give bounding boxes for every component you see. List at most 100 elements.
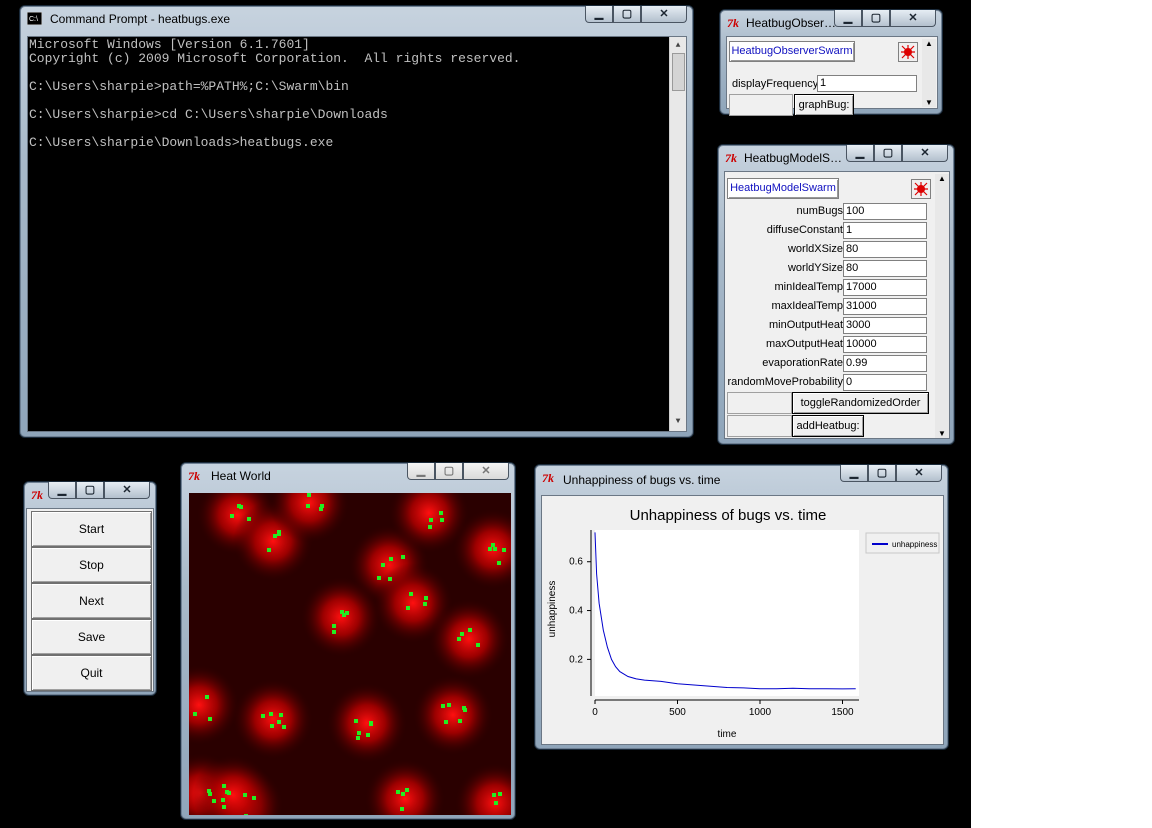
heatbug: [225, 790, 229, 794]
heatbug: [212, 799, 216, 803]
heatbug: [460, 632, 464, 636]
next-button[interactable]: Next: [31, 583, 152, 619]
model-empty-slot-1: [727, 392, 792, 414]
param-label: worldXSize: [787, 243, 843, 255]
heatbug: [319, 507, 323, 511]
minimize-button[interactable]: ▁: [840, 465, 868, 482]
param-row: numBugs 100: [725, 202, 933, 221]
param-field[interactable]: 1: [843, 222, 927, 239]
control-client: Start Stop Next Save Quit: [26, 508, 154, 692]
heatbug: [332, 630, 336, 634]
observer-scrollbar[interactable]: ▲ ▼: [922, 39, 936, 107]
maximize-button[interactable]: ▢: [76, 482, 104, 499]
tk-feather-icon: 7k: [188, 469, 200, 483]
close-button[interactable]: ✕: [896, 465, 942, 482]
heatbug: [457, 637, 461, 641]
quit-button[interactable]: Quit: [31, 655, 152, 691]
param-label: minIdealTemp: [774, 281, 843, 293]
param-row: worldYSize 80: [725, 259, 933, 278]
console-area[interactable]: Microsoft Windows [Version 6.1.7601] Copy…: [27, 36, 687, 432]
heat-map: [189, 493, 511, 815]
heatbug: [401, 555, 405, 559]
close-probe-button[interactable]: [911, 179, 931, 199]
close-probe-button[interactable]: [898, 42, 918, 62]
add-heatbug-button[interactable]: addHeatbug:: [792, 415, 864, 437]
save-button[interactable]: Save: [31, 619, 152, 655]
heatbug: [306, 504, 310, 508]
close-button[interactable]: ✕: [890, 10, 936, 27]
maximize-button[interactable]: ▢: [874, 145, 902, 162]
minimize-button[interactable]: ▁: [846, 145, 874, 162]
close-button[interactable]: ✕: [641, 6, 687, 23]
maximize-button[interactable]: ▢: [862, 10, 890, 27]
heatbug: [409, 592, 413, 596]
param-field[interactable]: 0.99: [843, 355, 927, 372]
scroll-up-arrow-icon[interactable]: ▲: [935, 174, 949, 183]
param-field[interactable]: 80: [843, 260, 927, 277]
minimize-button[interactable]: ▁: [407, 463, 435, 480]
param-row: diffuseConstant 1: [725, 221, 933, 240]
heatbug: [381, 563, 385, 567]
maximize-button[interactable]: ▢: [868, 465, 896, 482]
heat-world-canvas[interactable]: [189, 493, 511, 815]
param-row: randomMoveProbability 0: [725, 373, 933, 392]
model-scrollbar[interactable]: ▲ ▼: [935, 174, 949, 438]
scroll-down-arrow-icon[interactable]: ▼: [922, 98, 936, 107]
close-button[interactable]: ✕: [902, 145, 948, 162]
heatbug: [497, 561, 501, 565]
param-field[interactable]: 31000: [843, 298, 927, 315]
heatbug: [388, 577, 392, 581]
console-scrollbar[interactable]: ▲ ▼: [669, 37, 686, 431]
close-button[interactable]: ✕: [104, 482, 150, 499]
bug-close-icon: [901, 45, 915, 59]
heatbug: [424, 596, 428, 600]
console-line: C:\Users\sharpie>path=%PATH%;C:\Swarm\bi…: [29, 79, 349, 94]
console-output: Microsoft Windows [Version 6.1.7601] Copy…: [29, 38, 686, 150]
minimize-icon: ▁: [843, 12, 853, 24]
maximize-button[interactable]: ▢: [613, 6, 641, 23]
graph-bug-button[interactable]: graphBug:: [794, 94, 854, 116]
toggle-randomized-order-button[interactable]: toggleRandomizedOrder: [792, 392, 929, 414]
param-label: maxOutputHeat: [765, 338, 843, 350]
stop-button[interactable]: Stop: [31, 547, 152, 583]
maximize-button[interactable]: ▢: [435, 463, 463, 480]
minimize-button[interactable]: ▁: [48, 482, 76, 499]
param-field[interactable]: 17000: [843, 279, 927, 296]
maximize-icon: ▢: [876, 467, 888, 479]
scroll-down-arrow-icon[interactable]: ▼: [935, 429, 949, 438]
param-field[interactable]: 80: [843, 241, 927, 258]
param-field[interactable]: 0: [843, 374, 927, 391]
observer-swarm-button[interactable]: HeatbugObserverSwarm: [729, 41, 855, 62]
heatbug: [493, 547, 497, 551]
param-field[interactable]: 100: [843, 203, 927, 220]
tk-feather-icon: 7k: [31, 488, 43, 502]
observer-title: HeatbugObser…: [746, 16, 837, 30]
minimize-button[interactable]: ▁: [585, 6, 613, 23]
scroll-up-arrow-icon[interactable]: ▲: [922, 39, 936, 48]
unhappiness-chart: Unhappiness of bugs vs. time 0 500 1000 150…: [547, 507, 940, 740]
minimize-button[interactable]: ▁: [834, 10, 862, 27]
param-field[interactable]: 3000: [843, 317, 927, 334]
param-label: minOutputHeat: [769, 319, 843, 331]
tk-feather-icon: 7k: [727, 16, 739, 30]
scroll-down-arrow-icon[interactable]: ▼: [670, 415, 686, 429]
model-swarm-button[interactable]: HeatbugModelSwarm: [727, 178, 839, 199]
display-frequency-label: displayFrequency: [732, 78, 819, 90]
command-prompt-window: C:\ Command Prompt - heatbugs.exe ▁ ▢ ✕ …: [19, 5, 694, 438]
scroll-up-arrow-icon[interactable]: ▲: [670, 39, 686, 53]
heatbug: [207, 789, 211, 793]
heatbug: [444, 720, 448, 724]
tk-feather-icon: 7k: [542, 471, 554, 485]
maximize-icon: ▢: [882, 147, 894, 159]
scroll-thumb[interactable]: [672, 53, 685, 91]
observer-probe-window: 7k HeatbugObser… ▁ ▢ ✕ HeatbugObserverSw…: [719, 9, 943, 116]
start-button[interactable]: Start: [31, 511, 152, 547]
heatbug: [428, 525, 432, 529]
close-button[interactable]: ✕: [463, 463, 509, 480]
display-frequency-field[interactable]: 1: [817, 75, 917, 92]
param-label: randomMoveProbability: [727, 376, 843, 388]
param-row: evaporationRate 0.99: [725, 354, 933, 373]
param-field[interactable]: 10000: [843, 336, 927, 353]
